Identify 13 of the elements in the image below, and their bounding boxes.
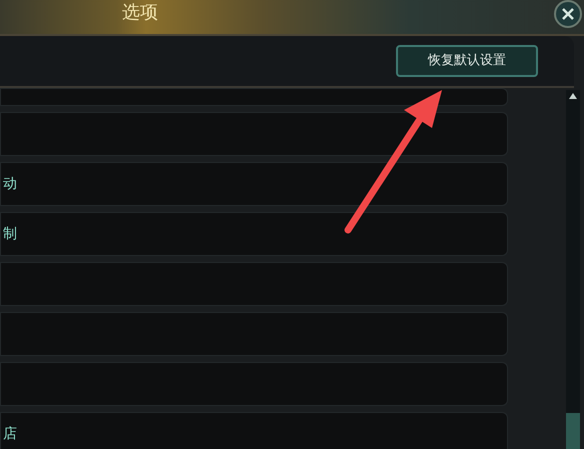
option-row[interactable]: 制 (0, 212, 508, 256)
reset-defaults-button[interactable]: 恢复默认设置 (396, 45, 538, 77)
option-row[interactable] (0, 88, 508, 106)
option-row[interactable]: 动 (0, 162, 508, 206)
window-title: 选项 (122, 1, 158, 25)
close-icon (561, 7, 575, 21)
option-row[interactable]: 店 (0, 412, 508, 449)
option-label: 制 (3, 226, 17, 242)
scrollbar[interactable] (566, 90, 580, 449)
option-label: 店 (3, 426, 17, 442)
option-row[interactable] (0, 112, 508, 156)
scroll-thumb[interactable] (566, 413, 580, 449)
option-label: 动 (3, 176, 17, 192)
